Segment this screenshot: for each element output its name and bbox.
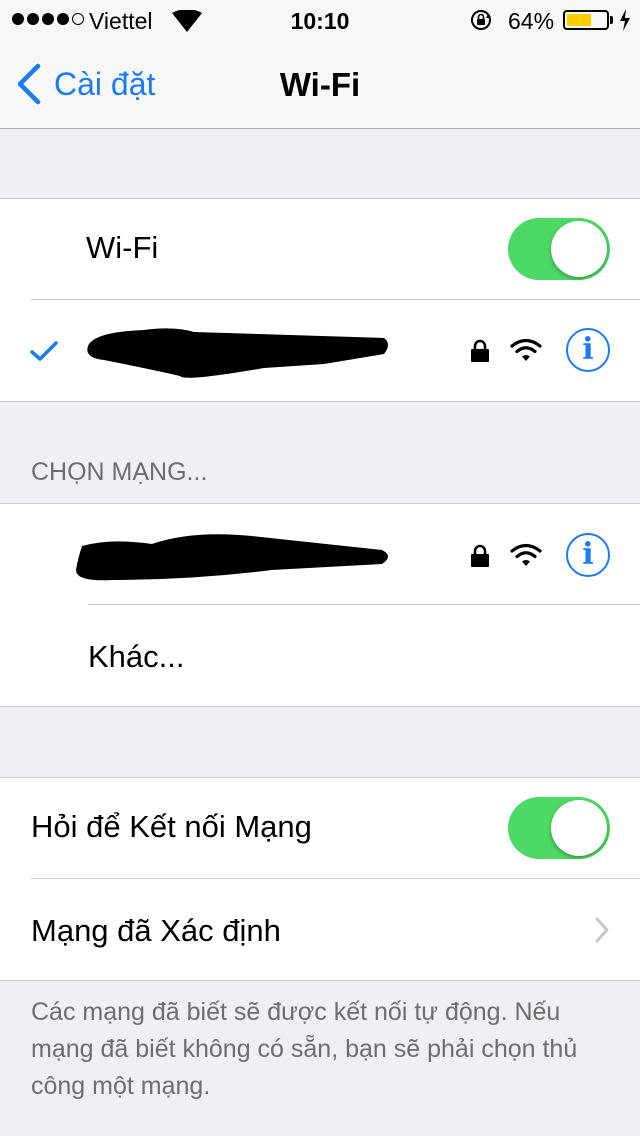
section-header-choose-network: CHỌN MẠNG... — [31, 458, 208, 486]
wifi-toggle[interactable] — [508, 218, 610, 280]
battery-cap — [610, 16, 613, 24]
toggle-knob — [551, 221, 607, 277]
status-bar: Viettel 10:10 64% — [0, 0, 640, 40]
wifi-group: Wi-Fi i — [0, 198, 640, 402]
known-networks-row[interactable]: Mạng đã Xác định — [0, 879, 640, 980]
battery-level — [567, 14, 591, 26]
other-network-label: Khác... — [88, 639, 185, 674]
other-network-row[interactable]: Khác... — [0, 605, 640, 706]
toggle-knob — [551, 800, 607, 856]
lock-icon — [471, 544, 489, 567]
rotation-lock-icon — [471, 10, 491, 30]
known-networks-label: Mạng đã Xác định — [31, 913, 281, 948]
ask-to-join-toggle[interactable] — [508, 797, 610, 859]
redacted-network-name — [76, 534, 388, 581]
wifi-signal-icon — [510, 543, 542, 566]
ask-to-join-group: Hỏi để Kết nối Mạng Mạng đã Xác định — [0, 777, 640, 981]
info-icon[interactable]: i — [566, 533, 610, 577]
choose-network-group: i Khác... — [0, 503, 640, 707]
info-icon[interactable]: i — [566, 328, 610, 372]
checkmark-icon — [30, 341, 58, 361]
battery-percent: 64% — [508, 8, 555, 34]
navigation-bar: Cài đặt Wi-Fi — [0, 40, 640, 129]
lock-icon — [471, 339, 489, 362]
charging-bolt-icon — [620, 9, 630, 31]
ask-to-join-label: Hỏi để Kết nối Mạng — [31, 809, 312, 844]
footer-description: Các mạng đã biết sẽ được kết nối tự động… — [31, 998, 578, 1100]
network-row[interactable]: i — [0, 504, 640, 604]
page-title: Wi-Fi — [279, 66, 361, 103]
battery-icon — [563, 10, 609, 30]
wifi-label: Wi-Fi — [86, 230, 159, 265]
chevron-right-icon — [595, 917, 609, 943]
redacted-network-name — [87, 328, 388, 378]
wifi-signal-icon — [510, 338, 542, 361]
connected-network-row[interactable]: i — [0, 300, 640, 401]
